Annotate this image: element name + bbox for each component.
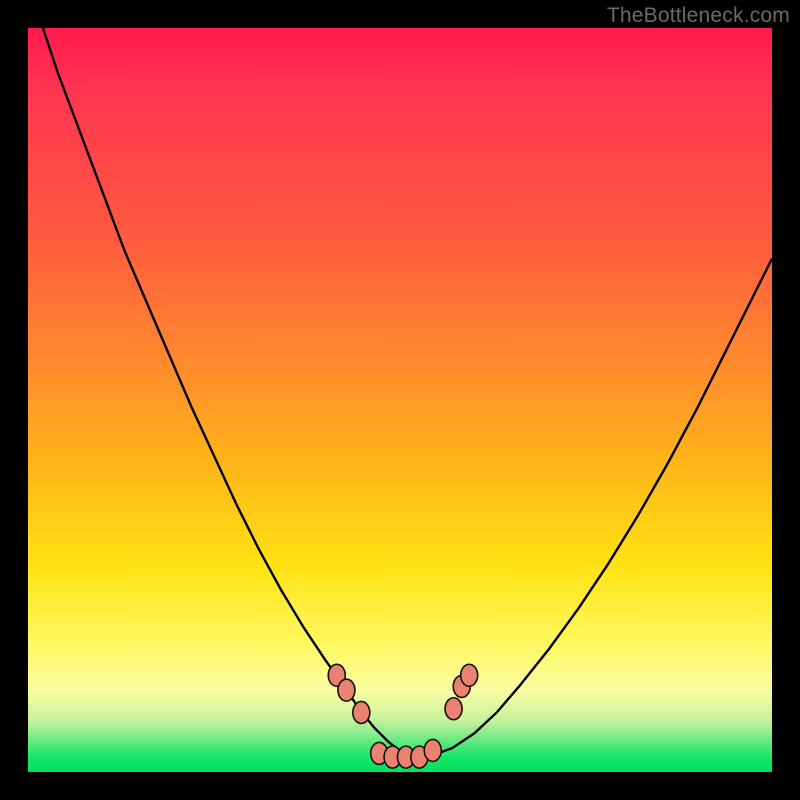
curve-markers <box>328 664 477 768</box>
bottleneck-curve <box>28 28 772 772</box>
curve-marker <box>461 664 478 686</box>
curve-marker <box>445 698 462 720</box>
curve-marker <box>353 701 370 723</box>
plot-area <box>28 28 772 772</box>
watermark-text: TheBottleneck.com <box>607 4 790 28</box>
curve-path <box>43 28 772 757</box>
chart-frame: TheBottleneck.com <box>0 0 800 800</box>
curve-marker <box>424 739 441 761</box>
curve-marker <box>338 679 355 701</box>
